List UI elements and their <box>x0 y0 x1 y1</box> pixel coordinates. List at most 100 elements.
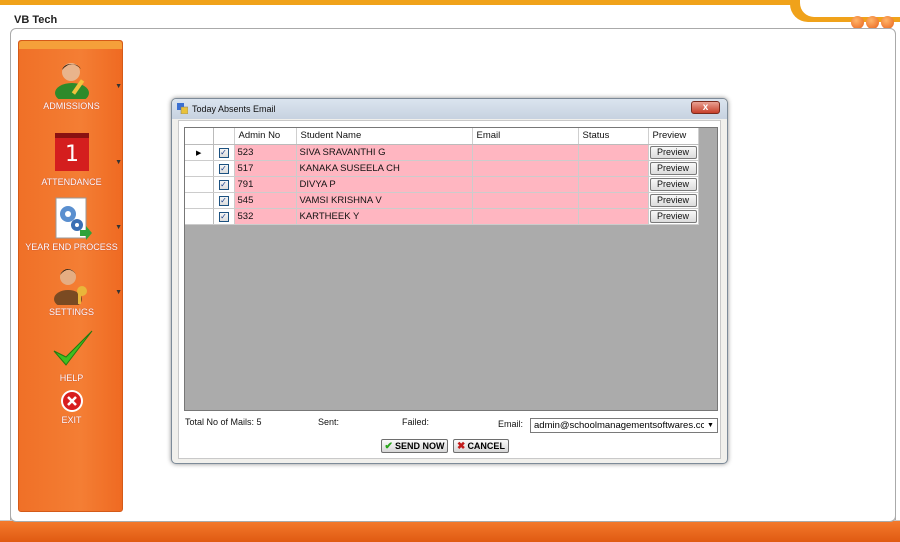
status-cell[interactable] <box>578 160 649 177</box>
row-checkbox-cell[interactable]: ✓ <box>213 192 235 209</box>
preview-cell: Preview <box>648 208 699 225</box>
send-now-button[interactable]: ✔ SEND NOW <box>381 439 448 453</box>
email-select[interactable]: admin@schoolmanagementsoftwares.cc ▼ <box>530 418 718 433</box>
student-icon <box>54 63 89 99</box>
row-checkbox[interactable]: ✓ <box>218 147 229 158</box>
email-select-value: admin@schoolmanagementsoftwares.cc <box>534 420 706 431</box>
preview-button[interactable]: Preview <box>649 161 697 175</box>
admin-no-cell[interactable]: 523 <box>234 144 297 161</box>
preview-button[interactable]: Preview <box>649 177 697 191</box>
row-header[interactable] <box>185 192 214 209</box>
status-cell[interactable] <box>578 192 649 209</box>
preview-button[interactable]: Preview <box>649 193 697 207</box>
table-row[interactable]: ▶ ✓ 523 SIVA SRAVANTHI G Preview <box>185 144 699 161</box>
admin-no-cell[interactable]: 517 <box>234 160 297 177</box>
calendar-day-number: 1 <box>65 142 79 167</box>
sidebar-item-label: HELP <box>59 373 84 383</box>
row-checkbox-cell[interactable]: ✓ <box>213 176 235 193</box>
admin-no-cell[interactable]: 545 <box>234 192 297 209</box>
column-header-preview[interactable]: Preview <box>648 128 699 145</box>
table-row[interactable]: ✓ 791 DIVYA P Preview <box>185 176 699 193</box>
row-checkbox[interactable]: ✓ <box>218 211 229 222</box>
row-checkbox-cell[interactable]: ✓ <box>213 160 235 177</box>
row-header-corner <box>185 128 214 145</box>
row-checkbox[interactable]: ✓ <box>218 179 229 190</box>
dialog-titlebar[interactable]: Today Absents Email x <box>172 99 727 119</box>
row-checkbox-cell[interactable]: ✓ <box>213 144 235 161</box>
column-header-email[interactable]: Email <box>472 128 579 145</box>
calendar-icon: 1 <box>54 133 89 171</box>
sidebar-item-attendance[interactable]: 1 ▼ ATTENDANCE <box>19 131 124 187</box>
cancel-label: CANCEL <box>467 441 505 451</box>
dialog-body: Admin No Student Name Email Status Previ… <box>178 120 721 459</box>
sidebar-item-label: ADMISSIONS <box>43 101 100 111</box>
close-icon: ✖ <box>457 440 466 452</box>
sent-label: Sent: <box>318 417 340 427</box>
row-header[interactable]: ▶ <box>185 144 214 161</box>
chevron-down-icon: ▼ <box>115 83 122 90</box>
column-header-status[interactable]: Status <box>578 128 649 145</box>
send-now-label: SEND NOW <box>394 441 445 451</box>
today-absents-email-dialog: Today Absents Email x Admin No Student N… <box>171 98 728 464</box>
email-cell[interactable] <box>472 208 579 225</box>
preview-cell: Preview <box>648 144 699 161</box>
row-checkbox[interactable]: ✓ <box>218 163 229 174</box>
sidebar-item-help[interactable]: HELP <box>19 327 124 383</box>
admin-no-cell[interactable]: 791 <box>234 176 297 193</box>
column-header-select[interactable] <box>213 128 235 145</box>
status-cell[interactable] <box>578 208 649 225</box>
cancel-button[interactable]: ✖ CANCEL <box>453 439 509 453</box>
sidebar-item-label: YEAR END PROCESS <box>25 242 118 252</box>
sidebar-item-label: SETTINGS <box>48 307 94 317</box>
failed-label: Failed: <box>402 417 430 427</box>
sidebar-item-label: ATTENDANCE <box>41 177 102 187</box>
email-cell[interactable] <box>472 192 579 209</box>
form-icon <box>177 103 188 114</box>
status-cell[interactable] <box>578 176 649 193</box>
row-header[interactable] <box>185 176 214 193</box>
email-cell[interactable] <box>472 176 579 193</box>
table-row[interactable]: ✓ 532 KARTHEEK Y Preview <box>185 208 699 225</box>
email-cell[interactable] <box>472 144 579 161</box>
gears-document-icon <box>55 197 92 240</box>
app-title: VB Tech <box>14 14 58 26</box>
column-header-student-name[interactable]: Student Name <box>296 128 473 145</box>
student-name-cell[interactable]: KANAKA SUSEELA CH <box>296 160 473 177</box>
preview-button[interactable]: Preview <box>649 145 697 159</box>
email-cell[interactable] <box>472 160 579 177</box>
chevron-down-icon: ▼ <box>115 224 122 231</box>
column-header-admin-no[interactable]: Admin No <box>234 128 297 145</box>
preview-cell: Preview <box>648 160 699 177</box>
student-name-cell[interactable]: DIVYA P <box>296 176 473 193</box>
sidebar: ▼ ADMISSIONS 1 ▼ ATTENDANCE ▼ YEAR END P… <box>18 40 123 512</box>
email-label: Email: <box>498 419 524 429</box>
chevron-down-icon[interactable]: ▼ <box>704 419 717 432</box>
preview-button[interactable]: Preview <box>649 209 697 223</box>
student-name-cell[interactable]: SIVA SRAVANTHI G <box>296 144 473 161</box>
admin-no-cell[interactable]: 532 <box>234 208 297 225</box>
sidebar-item-settings[interactable]: ▼ SETTINGS <box>19 261 124 317</box>
status-bar <box>0 512 900 542</box>
status-cell[interactable] <box>578 144 649 161</box>
close-button[interactable]: x <box>691 101 720 114</box>
sidebar-item-exit[interactable]: EXIT <box>19 389 124 425</box>
table-header-row: Admin No Student Name Email Status Previ… <box>185 128 699 145</box>
exit-icon <box>60 390 83 412</box>
table-row[interactable]: ✓ 517 KANAKA SUSEELA CH Preview <box>185 160 699 177</box>
user-key-icon <box>53 269 87 305</box>
absents-grid: Admin No Student Name Email Status Previ… <box>184 127 718 411</box>
preview-cell: Preview <box>648 192 699 209</box>
row-checkbox[interactable]: ✓ <box>218 195 229 206</box>
row-header[interactable] <box>185 160 214 177</box>
student-name-cell[interactable]: VAMSI KRISHNA V <box>296 192 473 209</box>
row-checkbox-cell[interactable]: ✓ <box>213 208 235 225</box>
total-mails-label: Total No of Mails: 5 <box>185 417 262 427</box>
checkmark-icon: ✔ <box>384 440 393 452</box>
sidebar-item-admissions[interactable]: ▼ ADMISSIONS <box>19 55 124 111</box>
table-row[interactable]: ✓ 545 VAMSI KRISHNA V Preview <box>185 192 699 209</box>
current-row-pointer-icon: ▶ <box>196 149 202 157</box>
student-name-cell[interactable]: KARTHEEK Y <box>296 208 473 225</box>
row-header[interactable] <box>185 208 214 225</box>
chevron-down-icon: ▼ <box>115 159 122 166</box>
sidebar-item-year-end-process[interactable]: ▼ YEAR END PROCESS <box>19 196 124 252</box>
